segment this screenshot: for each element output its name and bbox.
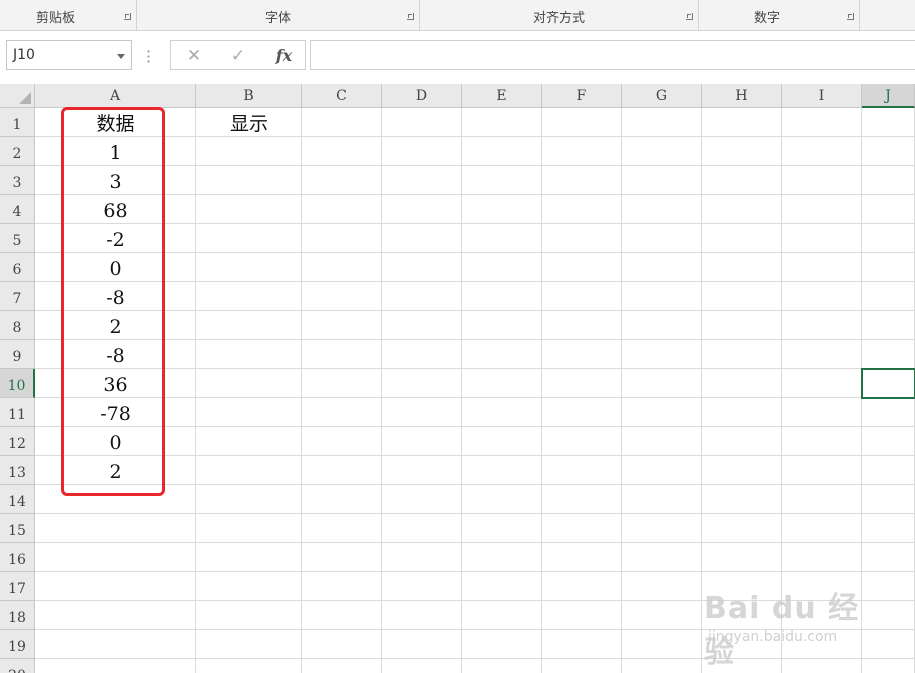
cell-b1[interactable]: 显示 <box>196 110 302 139</box>
row-header-5[interactable]: 5 <box>0 224 35 253</box>
chevron-down-icon[interactable] <box>117 54 125 59</box>
row-header-19[interactable]: 19 <box>0 630 35 659</box>
ribbon-group-alignment: 对齐方式 <box>420 0 699 30</box>
ribbon-group-label: 剪贴板 <box>36 11 76 26</box>
name-box[interactable]: J10 <box>6 40 132 70</box>
formula-buttons: ✕ ✓ fx <box>170 40 306 70</box>
row-header-11[interactable]: 11 <box>0 398 35 427</box>
dialog-launcher-icon[interactable] <box>686 13 693 20</box>
row-header-6[interactable]: 6 <box>0 253 35 282</box>
ribbon-group-font: 字体 <box>137 0 420 30</box>
ribbon-group-label: 字体 <box>264 11 291 26</box>
gridline <box>621 108 622 673</box>
formula-input[interactable] <box>310 40 915 70</box>
row-header-15[interactable]: 15 <box>0 514 35 543</box>
insert-function-button[interactable]: fx <box>269 45 299 67</box>
dialog-launcher-icon[interactable] <box>407 13 414 20</box>
column-header-b[interactable]: B <box>196 84 302 108</box>
column-header-c[interactable]: C <box>302 84 382 108</box>
ribbon-group-label: 对齐方式 <box>532 11 585 26</box>
highlight-box-column-a <box>61 107 165 496</box>
formula-bar: J10 ✕ ✓ fx <box>0 31 915 81</box>
row-header-1[interactable]: 1 <box>0 108 35 137</box>
dialog-launcher-icon[interactable] <box>847 13 854 20</box>
row-header-12[interactable]: 12 <box>0 427 35 456</box>
row-header-17[interactable]: 17 <box>0 572 35 601</box>
row-header-20[interactable]: 20 <box>0 659 35 673</box>
column-header-d[interactable]: D <box>382 84 462 108</box>
ribbon-group-label: 数字 <box>754 11 781 26</box>
watermark: Bai du 经验 jingyan.baidu.com <box>700 575 880 670</box>
select-all-button[interactable] <box>0 84 35 108</box>
row-header-8[interactable]: 8 <box>0 311 35 340</box>
active-cell-j10[interactable] <box>861 368 915 399</box>
gridline <box>381 108 382 673</box>
column-header-f[interactable]: F <box>542 84 622 108</box>
row-header-16[interactable]: 16 <box>0 543 35 572</box>
watermark-url: jingyan.baidu.com <box>708 629 838 645</box>
ribbon-group-bar: 剪贴板 字体 对齐方式 数字 <box>0 0 915 31</box>
baidu-logo: Bai du 经验 <box>704 591 860 670</box>
dialog-launcher-icon[interactable] <box>124 13 131 20</box>
gridline <box>541 108 542 673</box>
column-header-i[interactable]: I <box>782 84 862 108</box>
row-header-7[interactable]: 7 <box>0 282 35 311</box>
ribbon-group-number: 数字 <box>699 0 860 30</box>
row-header-3[interactable]: 3 <box>0 166 35 195</box>
gridline <box>301 108 302 673</box>
gridline <box>35 513 915 514</box>
row-header-2[interactable]: 2 <box>0 137 35 166</box>
row-header-4[interactable]: 4 <box>0 195 35 224</box>
column-header-a[interactable]: A <box>35 84 196 108</box>
close-icon[interactable]: ✕ <box>179 45 209 67</box>
column-header-e[interactable]: E <box>462 84 542 108</box>
row-header-13[interactable]: 13 <box>0 456 35 485</box>
ribbon-group-clipboard: 剪贴板 <box>0 0 137 30</box>
name-box-value: J10 <box>13 47 35 63</box>
gridline <box>35 542 915 543</box>
check-icon[interactable]: ✓ <box>223 45 253 67</box>
column-header-g[interactable]: G <box>622 84 702 108</box>
column-header-h[interactable]: H <box>702 84 782 108</box>
formula-bar-grip[interactable] <box>147 49 150 63</box>
column-header-j[interactable]: J <box>862 84 915 108</box>
row-header-9[interactable]: 9 <box>0 340 35 369</box>
gridline <box>35 571 915 572</box>
row-header-18[interactable]: 18 <box>0 601 35 630</box>
row-header-10[interactable]: 10 <box>0 369 35 398</box>
row-header-14[interactable]: 14 <box>0 485 35 514</box>
gridline <box>461 108 462 673</box>
